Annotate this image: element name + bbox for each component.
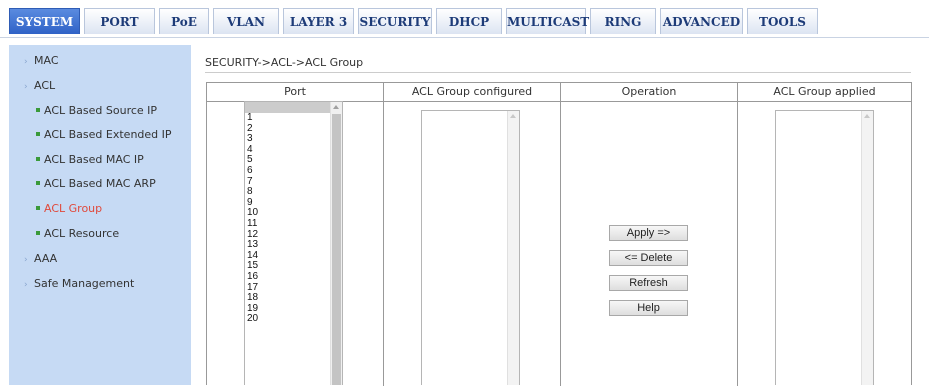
top-nav: SYSTEM PORT PoE VLAN LAYER 3 SECURITY DH…	[0, 0, 929, 38]
port-option[interactable]: 16	[245, 271, 330, 283]
help-button[interactable]: Help	[609, 300, 688, 316]
sidebar-item-safe-management[interactable]: › Safe Management	[9, 274, 134, 294]
sidebar-item-label: ACL	[34, 79, 56, 92]
sidebar-item-acl-based-mac-ip[interactable]: ACL Based MAC IP	[9, 150, 144, 170]
scroll-up-icon[interactable]	[333, 105, 339, 109]
port-option[interactable]: 11	[245, 218, 330, 230]
sidebar-item-label: MAC	[34, 54, 59, 67]
sidebar-item-label: ACL Based Source IP	[44, 104, 158, 117]
sidebar-item-label: ACL Resource	[44, 227, 120, 240]
arrow-right-icon: ›	[24, 82, 28, 92]
bullet-icon	[36, 181, 40, 185]
refresh-button[interactable]: Refresh	[609, 275, 688, 291]
tab-multicast[interactable]: MULTICAST	[506, 8, 589, 34]
bullet-icon	[36, 206, 40, 210]
tab-poe[interactable]: PoE	[159, 8, 209, 34]
acl-group-configured-listbox[interactable]	[421, 110, 520, 385]
sidebar: › MAC › ACL ACL Based Source IP ACL Based …	[9, 45, 191, 385]
sidebar-item-acl-resource[interactable]: ACL Resource	[9, 224, 119, 244]
port-option[interactable]: 4	[245, 144, 330, 156]
breadcrumb-divider	[205, 72, 911, 73]
tab-layer3[interactable]: LAYER 3	[283, 8, 354, 34]
port-option[interactable]: 6	[245, 165, 330, 177]
port-scrollbar[interactable]	[330, 102, 342, 385]
tab-dhcp[interactable]: DHCP	[436, 8, 502, 34]
scroll-up-icon[interactable]	[510, 114, 516, 118]
sidebar-item-label: Safe Management	[34, 277, 135, 290]
port-options: 1 2 3 4 5 6 7 8 9 10 11 12 13 14 15 16 17 18 19 20	[245, 102, 330, 385]
port-option[interactable]: 2	[245, 123, 330, 135]
arrow-right-icon: ›	[24, 280, 28, 290]
arrow-right-icon: ›	[24, 57, 28, 67]
sidebar-item-acl[interactable]: › ACL	[9, 76, 55, 96]
bullet-icon	[36, 108, 40, 112]
sidebar-item-acl-based-mac-arp[interactable]: ACL Based MAC ARP	[9, 174, 156, 194]
column-header-applied: ACL Group applied	[738, 83, 911, 102]
port-option[interactable]: 7	[245, 176, 330, 188]
sidebar-item-acl-based-extended-ip[interactable]: ACL Based Extended IP	[9, 125, 172, 145]
arrow-right-icon: ›	[24, 255, 28, 265]
tab-system[interactable]: SYSTEM	[9, 8, 80, 34]
sidebar-item-label: ACL Group	[44, 202, 103, 215]
port-option[interactable]: 1	[245, 112, 330, 124]
applied-scrollbar[interactable]	[861, 111, 873, 385]
tab-advanced[interactable]: ADVANCED	[660, 8, 743, 34]
tab-tools[interactable]: TOOLS	[747, 8, 818, 34]
sidebar-item-aaa[interactable]: › AAA	[9, 249, 57, 269]
sidebar-item-label: ACL Based MAC IP	[44, 153, 144, 166]
selected-option[interactable]	[245, 102, 330, 113]
scroll-thumb[interactable]	[332, 114, 341, 385]
port-option[interactable]: 8	[245, 187, 330, 198]
port-listbox[interactable]: 1 2 3 4 5 6 7 8 9 10 11 12 13 14 15 16 17 18 19 20	[244, 101, 343, 385]
acl-group-applied-listbox[interactable]	[775, 110, 874, 385]
bullet-icon	[36, 157, 40, 161]
sidebar-item-label: ACL Based MAC ARP	[44, 177, 156, 190]
breadcrumb: SECURITY->ACL->ACL Group	[205, 56, 364, 69]
sidebar-item-label: ACL Based Extended IP	[44, 128, 172, 141]
delete-button[interactable]: <= Delete	[609, 250, 688, 266]
port-option[interactable]: 3	[245, 134, 330, 145]
configured-scrollbar[interactable]	[507, 111, 519, 385]
column-header-port: Port	[207, 83, 383, 102]
apply-button[interactable]: Apply =>	[609, 225, 688, 241]
tab-port[interactable]: PORT	[84, 8, 155, 34]
column-header-configured: ACL Group configured	[384, 83, 560, 102]
scroll-up-icon[interactable]	[864, 114, 870, 118]
bullet-icon	[36, 132, 40, 136]
sidebar-item-acl-group[interactable]: ACL Group	[9, 199, 102, 219]
port-option[interactable]: 10	[245, 208, 330, 219]
port-option[interactable]: 5	[245, 155, 330, 166]
sidebar-item-mac[interactable]: › MAC	[9, 51, 59, 71]
bullet-icon	[36, 231, 40, 235]
tab-security[interactable]: SECURITY	[358, 8, 432, 34]
port-option[interactable]: 20	[245, 314, 330, 325]
tab-vlan[interactable]: VLAN	[213, 8, 279, 34]
column-header-operation: Operation	[561, 83, 737, 102]
tab-ring[interactable]: RING	[590, 8, 656, 34]
sidebar-item-label: AAA	[34, 252, 58, 265]
sidebar-item-acl-based-source-ip[interactable]: ACL Based Source IP	[9, 101, 157, 121]
